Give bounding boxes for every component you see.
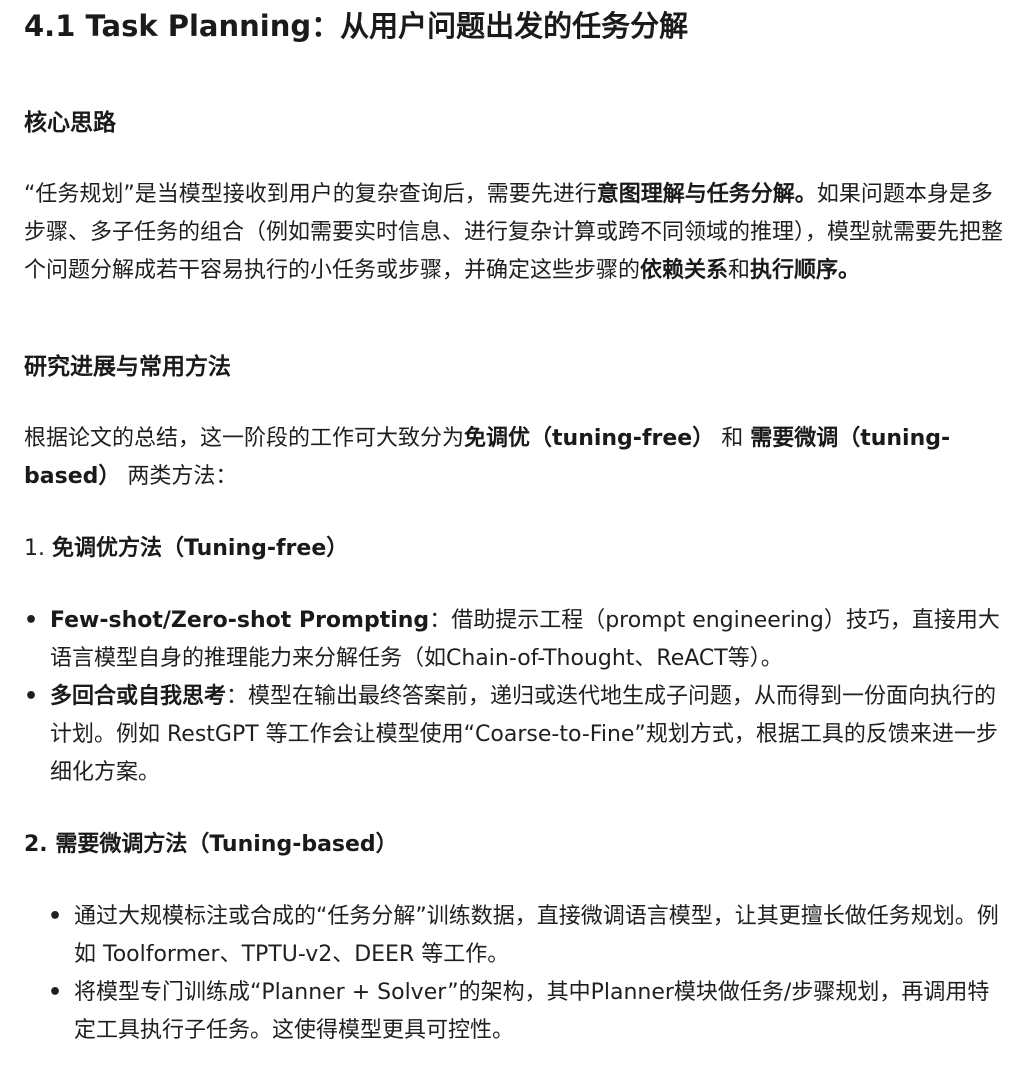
section2-heading: 2. 需要微调方法（Tuning-based） (24, 826, 1004, 864)
section2-title: 2. 需要微调方法（Tuning-based） (24, 832, 398, 857)
heading-research: 研究进展与常用方法 (24, 354, 231, 380)
section1-list: • Few-shot/Zero-shot Prompting：借助提示工程（pro… (24, 602, 1004, 792)
heading-core-idea: 核心思路 (24, 110, 116, 136)
intro-paragraph: “任务规划”是当模型接收到用户的复杂查询后，需要先进行意图理解与任务分解。如果问… (24, 176, 1004, 290)
bullet-icon: • (48, 980, 63, 1005)
list-item: • 将模型专门训练成“Planner + Solver”的架构，其中Planner… (48, 974, 1004, 1050)
intro-bold-1: 意图理解与任务分解。 (596, 182, 817, 207)
list-item-text: 通过大规模标注或合成的“任务分解”训练数据，直接微调语言模型，让其更擅长做任务规… (74, 904, 999, 967)
intro-bold-2: 依赖关系 (640, 258, 729, 283)
summary-text-3: 两类方法： (120, 464, 238, 489)
intro-bold-3: 执行顺序。 (750, 258, 861, 283)
section2-list: • 通过大规模标注或合成的“任务分解”训练数据，直接微调语言模型，让其更擅长做任务… (24, 898, 1004, 1050)
intro-text-1: “任务规划”是当模型接收到用户的复杂查询后，需要先进行 (24, 182, 597, 207)
list-item: • 通过大规模标注或合成的“任务分解”训练数据，直接微调语言模型，让其更擅长做任务… (48, 898, 1004, 974)
summary-paragraph: 根据论文的总结，这一阶段的工作可大致分为免调优（tuning-free） 和 需… (24, 420, 1004, 496)
section1-heading: 1. 免调优方法（Tuning-free） (24, 530, 1004, 568)
bullet-icon: • (24, 684, 39, 709)
section1-number: 1. (24, 536, 52, 561)
list-item: • Few-shot/Zero-shot Prompting：借助提示工程（pro… (24, 602, 1004, 678)
list-item-bold: 多回合或自我思考 (50, 684, 227, 709)
document: 4.1 Task Planning：从用户问题出发的任务分解 核心思路 “任务规… (24, 0, 1004, 1050)
section1-title: 免调优方法（Tuning-free） (51, 536, 349, 561)
intro-text-3: 和 (728, 258, 751, 283)
list-item-bold: Few-shot/Zero-shot Prompting (50, 608, 430, 633)
summary-text-1: 根据论文的总结，这一阶段的工作可大致分为 (24, 426, 465, 451)
summary-text-2: 和 (714, 426, 751, 451)
bullet-icon: • (24, 608, 39, 633)
list-item-text: 将模型专门训练成“Planner + Solver”的架构，其中Planner模… (74, 980, 990, 1043)
summary-bold-1: 免调优（tuning-free） (464, 426, 715, 451)
page-title: 4.1 Task Planning：从用户问题出发的任务分解 (24, 9, 689, 43)
list-item: • 多回合或自我思考：模型在输出最终答案前，递归或迭代地生成子问题，从而得到一份面… (24, 678, 1004, 792)
bullet-icon: • (48, 904, 63, 929)
